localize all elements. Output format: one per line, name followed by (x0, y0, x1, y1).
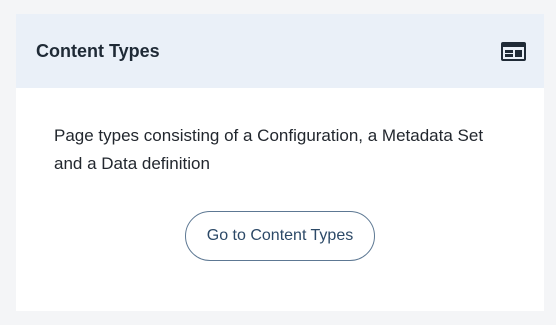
card-body: Page types consisting of a Configuration… (16, 88, 544, 261)
go-to-content-types-button[interactable]: Go to Content Types (184, 211, 376, 261)
card-description: Page types consisting of a Configuration… (54, 126, 484, 173)
button-row: Go to Content Types (54, 211, 506, 261)
card-title: Content Types (36, 40, 160, 61)
content-types-card: Content Types Page types consisting of a… (16, 14, 544, 311)
layout-grid-icon (500, 41, 526, 61)
card-header: Content Types (16, 14, 544, 88)
